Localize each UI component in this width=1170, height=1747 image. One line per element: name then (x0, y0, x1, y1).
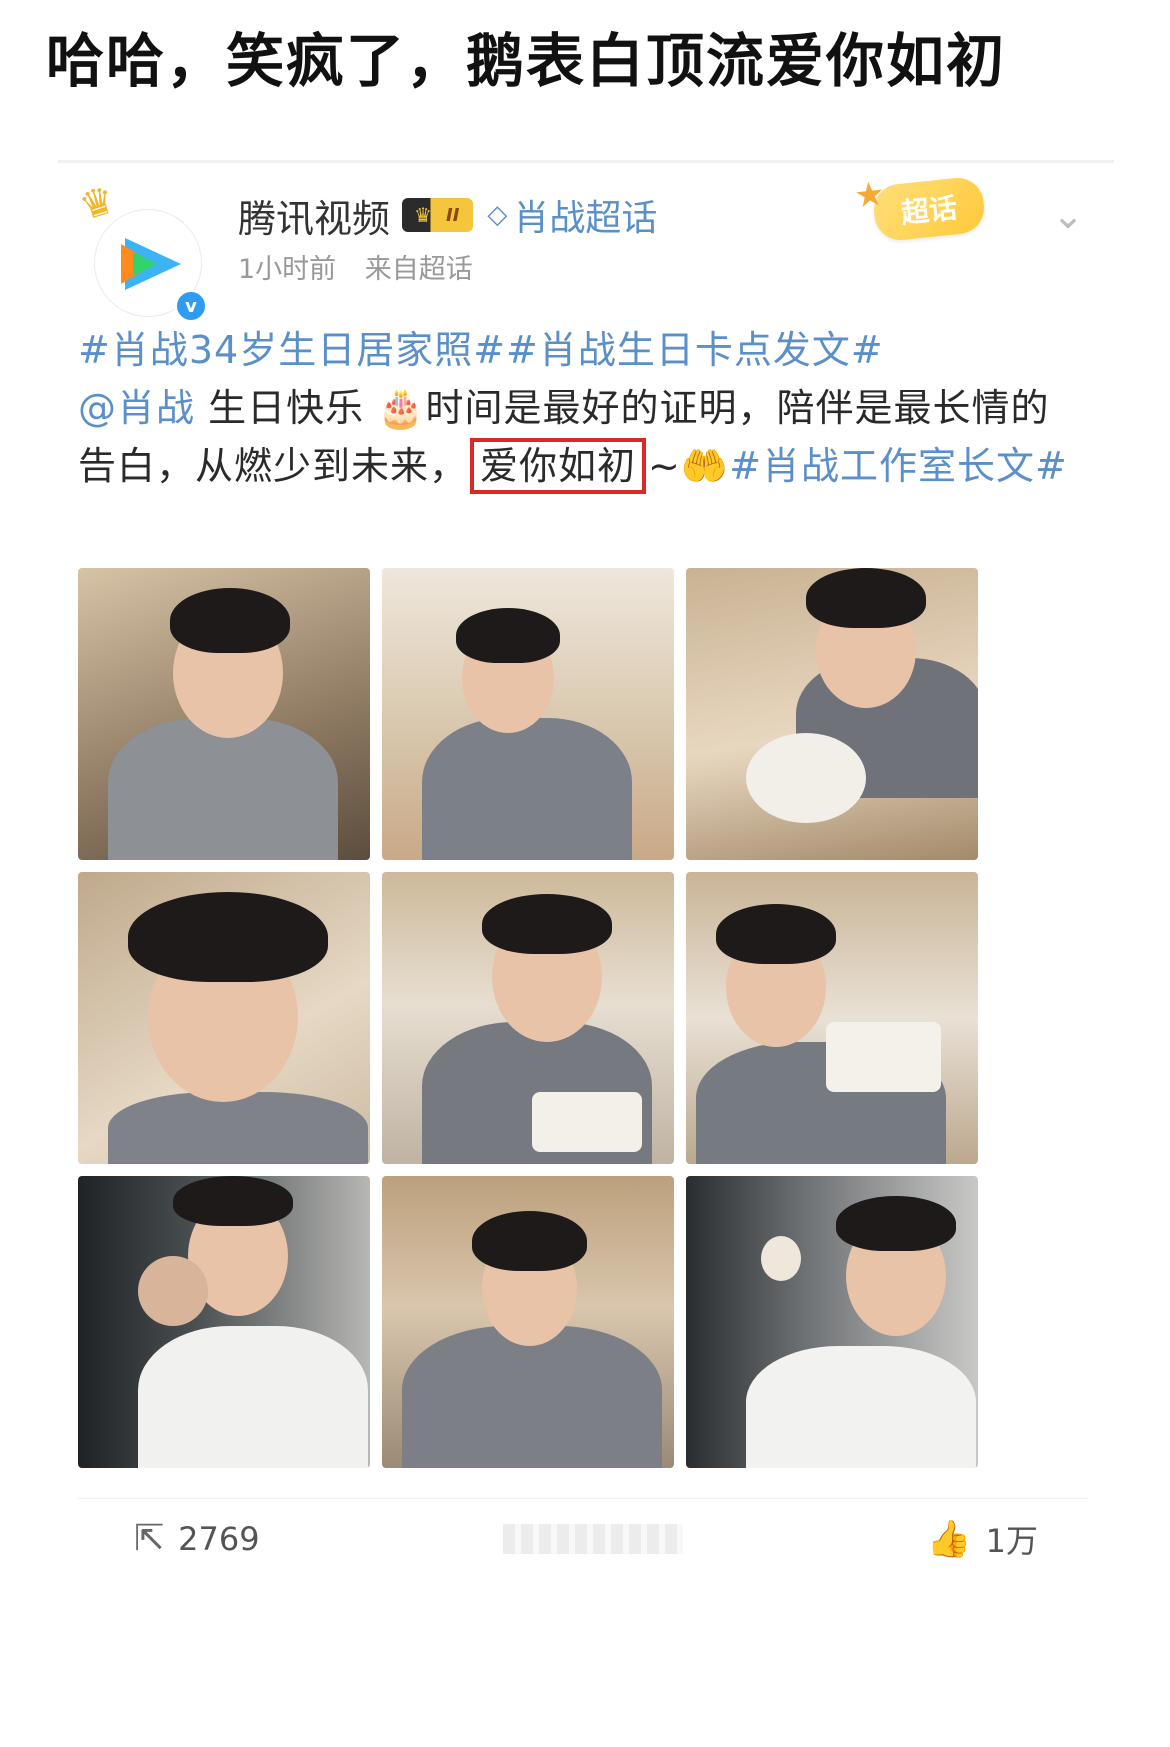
weibo-post-card: ♛ v 腾讯视频 ♛ II ◇ 肖战超话 1小时前 来自超话 ★ 超话 ⌄ #肖… (58, 160, 1114, 1747)
photo-grid (78, 568, 978, 1468)
photo-6[interactable] (686, 872, 978, 1164)
verified-icon: v (174, 289, 208, 323)
article-headline: 哈哈，笑疯了，鹅表白顶流爱你如初 (46, 27, 1007, 95)
super-topic-badge[interactable]: ★ 超话 (852, 174, 987, 243)
photo-8[interactable] (382, 1176, 674, 1468)
share-icon: ⇱ (134, 1518, 165, 1559)
author-avatar[interactable]: ♛ v (74, 177, 208, 323)
post-text-part1: 生日快乐 (195, 386, 365, 430)
photo-2[interactable] (382, 568, 674, 860)
author-name[interactable]: 腾讯视频 (238, 188, 390, 243)
mention-link[interactable]: @肖战 (78, 386, 195, 430)
share-button[interactable]: ⇱ 2769 (134, 1518, 260, 1559)
thumbs-up-icon: 👍 (926, 1518, 972, 1560)
diamond-icon: ◇ (487, 200, 508, 230)
post-time: 1小时前 (238, 254, 337, 285)
photo-9[interactable] (686, 1176, 978, 1468)
star-icon: ★ (852, 173, 887, 217)
hands-emoji: 🤲 (680, 444, 730, 488)
post-actions: ⇱ 2769 👍 1万 (78, 1498, 1088, 1578)
tilde: ~ (648, 444, 681, 488)
photo-7[interactable] (78, 1176, 370, 1468)
photo-4[interactable] (78, 872, 370, 1164)
post-body: #肖战34岁生日居家照##肖战生日卡点发文# @肖战 生日快乐 🎂时间是最好的证… (78, 321, 1088, 495)
photo-1[interactable] (78, 568, 370, 860)
post-meta: 1小时前 来自超话 (238, 247, 493, 286)
chevron-down-icon[interactable]: ⌄ (1052, 193, 1084, 237)
super-topic-label: 肖战超话 (513, 198, 658, 239)
comment-button-obscured[interactable] (503, 1523, 684, 1554)
cake-emoji: 🎂 (377, 386, 426, 430)
share-count: 2769 (178, 1519, 260, 1558)
super-topic-badge-label: 超话 (899, 191, 959, 230)
vip-level: II (446, 204, 460, 226)
vip-badge[interactable]: ♛ II (402, 198, 474, 232)
like-count: 1万 (985, 1521, 1038, 1560)
photo-3[interactable] (686, 568, 978, 860)
vip-crown-icon: ♛ (414, 203, 432, 227)
super-topic-link[interactable]: ◇ 肖战超话 (487, 189, 657, 241)
tail-hashtag-link[interactable]: #肖战工作室长文# (729, 444, 1068, 488)
photo-5[interactable] (382, 872, 674, 1164)
highlight-box: 爱你如初 (470, 438, 647, 494)
like-button[interactable]: 👍 1万 (927, 1516, 1038, 1562)
hashtag-links[interactable]: #肖战34岁生日居家照##肖战生日卡点发文# (78, 328, 884, 372)
post-source: 来自超话 (364, 254, 473, 285)
